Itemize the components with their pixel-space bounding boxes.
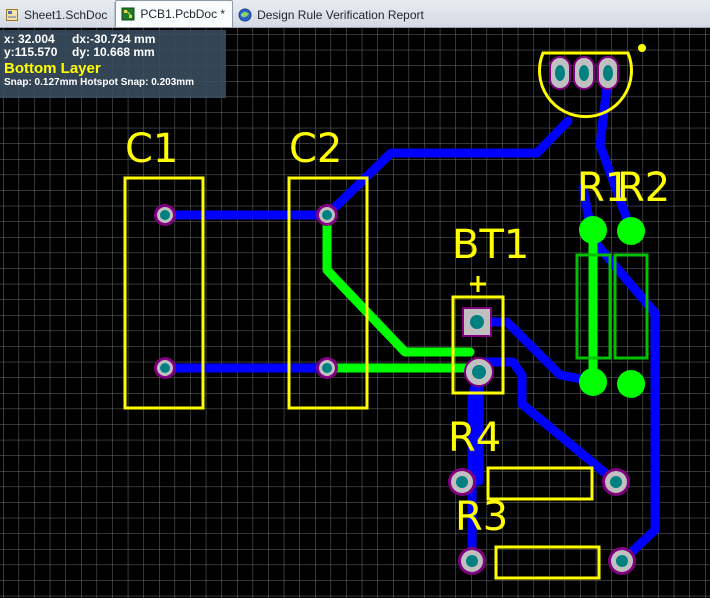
r2-pad-1[interactable]	[617, 217, 645, 245]
document-tab-bar: Sheet1.SchDoc PCB1.PcbDoc * Design Rule …	[0, 0, 710, 28]
c2-pad-1[interactable]	[316, 204, 338, 226]
current-layer: Bottom Layer	[4, 60, 101, 77]
tab-pcb1-pcbdoc[interactable]: PCB1.PcbDoc *	[115, 0, 234, 27]
r1-pad-2[interactable]	[579, 368, 607, 396]
tab-label: PCB1.PcbDoc *	[140, 7, 226, 21]
designator-r3[interactable]: R3	[455, 494, 508, 540]
designator-r2[interactable]: R2	[617, 165, 670, 211]
bt1-pad-1[interactable]	[462, 307, 492, 337]
r1-pad-1[interactable]	[579, 216, 607, 244]
tab-label: Design Rule Verification Report	[257, 7, 424, 22]
tab-label: Sheet1.SchDoc	[24, 7, 108, 22]
pcb-editor-canvas[interactable]: C1 C2 BT1 R1 R2 R4 R3	[0, 28, 710, 598]
schematic-doc-icon	[5, 8, 19, 22]
tab-design-rule-verification-report[interactable]: Design Rule Verification Report	[233, 2, 431, 27]
c1-pad-1[interactable]	[154, 204, 176, 226]
cursor-y: y:115.570	[4, 45, 58, 59]
tab-sheet1-schdoc[interactable]: Sheet1.SchDoc	[0, 2, 116, 27]
c2-pad-2[interactable]	[316, 357, 338, 379]
bt1-pad-2[interactable]	[464, 357, 494, 387]
snap-info: Snap: 0.127mm Hotspot Snap: 0.203mm	[4, 77, 195, 88]
report-doc-icon	[238, 8, 252, 22]
pcb-doc-icon	[121, 7, 135, 21]
pcb-drawing[interactable]: C1 C2 BT1 R1 R2 R4 R3	[0, 28, 710, 598]
r3-pad-2[interactable]	[608, 547, 636, 575]
designator-r4[interactable]: R4	[448, 415, 501, 461]
designator-bt1[interactable]: BT1	[452, 222, 529, 268]
r4-pad-2[interactable]	[602, 468, 630, 496]
designator-c2[interactable]: C2	[289, 126, 342, 172]
r3-pad-1[interactable]	[458, 547, 486, 575]
r4-pad-1[interactable]	[448, 468, 476, 496]
r2-pad-2[interactable]	[617, 370, 645, 398]
heads-up-display: x: 32.004 dx:-30.734 mm y:115.570 dy: 10…	[0, 30, 226, 98]
designator-c1[interactable]: C1	[125, 126, 178, 172]
q1-pin1-dot	[638, 44, 646, 52]
c1-pad-2[interactable]	[154, 357, 176, 379]
cursor-dy: dy: 10.668 mm	[72, 45, 155, 59]
